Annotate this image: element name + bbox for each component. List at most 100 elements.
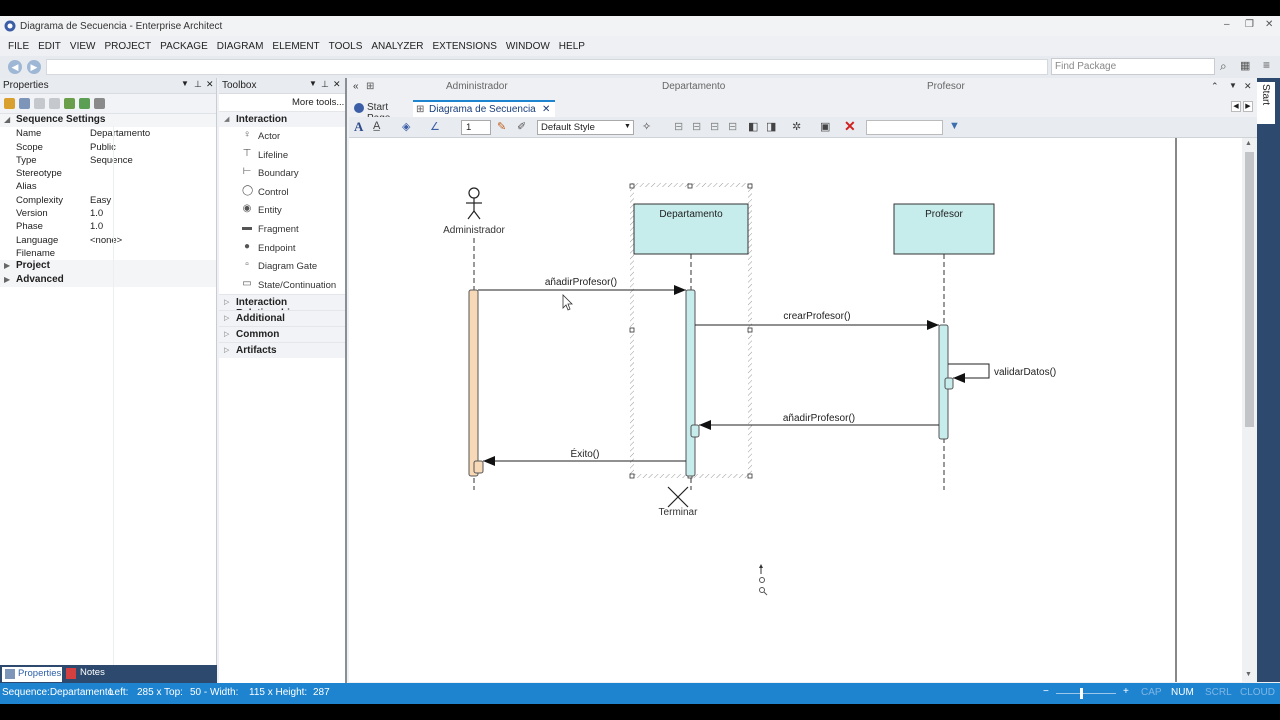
- up-icon[interactable]: [79, 98, 90, 109]
- paint-icon[interactable]: ✐: [517, 120, 526, 133]
- resize-handle[interactable]: [687, 183, 693, 189]
- menu-help[interactable]: HELP: [559, 41, 585, 52]
- departamento-self-activation[interactable]: [690, 424, 700, 438]
- group-interaction-relationships[interactable]: ▷Interaction Relationships: [219, 294, 345, 319]
- advanced-section[interactable]: ▶ Advanced: [0, 273, 216, 287]
- prop-row-complexity[interactable]: Complexity Easy: [0, 194, 216, 207]
- more-tools-link[interactable]: More tools...: [292, 97, 344, 108]
- align-top-icon[interactable]: ⊟: [710, 120, 719, 133]
- toolbox-item-state[interactable]: ▭ State/Continuation: [219, 276, 345, 295]
- find-package-input[interactable]: Find Package: [1051, 58, 1215, 75]
- resize-handle[interactable]: [629, 183, 635, 189]
- menu-package[interactable]: PACKAGE: [160, 41, 208, 52]
- toolbox-item-entity[interactable]: ◉ Entity: [219, 201, 345, 220]
- sort-icon[interactable]: [19, 98, 30, 109]
- search-icon[interactable]: ⌕: [1220, 59, 1227, 74]
- prop-value[interactable]: 1.0: [90, 208, 103, 219]
- save-image-icon[interactable]: ▣: [820, 120, 830, 133]
- font-icon[interactable]: A: [354, 119, 363, 135]
- next-icon[interactable]: [49, 98, 60, 109]
- bring-front-icon[interactable]: ◧: [748, 120, 758, 133]
- resize-handle[interactable]: [629, 473, 635, 479]
- toolbox-item-control[interactable]: ◯ Control: [219, 183, 345, 202]
- close-icon[interactable]: ✕: [206, 79, 214, 90]
- message-anadir-profesor-1[interactable]: añadirProfesor(): [478, 277, 686, 295]
- minimize-button[interactable]: –: [1224, 19, 1230, 30]
- forward-button[interactable]: ▶: [27, 60, 41, 74]
- tab-scroll-left-icon[interactable]: ◀: [1231, 101, 1241, 112]
- toolbox-item-boundary[interactable]: ⊢ Boundary: [219, 164, 345, 183]
- group-common[interactable]: ▷ Common: [219, 326, 345, 343]
- menu-diagram[interactable]: DIAGRAM: [217, 41, 264, 52]
- delete-icon[interactable]: ✕: [844, 118, 856, 135]
- chevron-down-icon[interactable]: ▼: [181, 79, 189, 88]
- filter-input[interactable]: [866, 120, 943, 135]
- resize-handle[interactable]: [747, 183, 753, 189]
- pin-icon[interactable]: ⊥: [194, 79, 202, 90]
- align-center-icon[interactable]: ⊟: [692, 120, 701, 133]
- message-crear-profesor[interactable]: crearProfesor(): [695, 311, 939, 330]
- close-window-button[interactable]: ✕: [1265, 19, 1273, 30]
- menu-tools[interactable]: TOOLS: [329, 41, 363, 52]
- zoom-slider-track[interactable]: [1056, 693, 1116, 694]
- menu-project[interactable]: PROJECT: [104, 41, 151, 52]
- actor-administrador[interactable]: Administrador: [443, 187, 506, 236]
- menu-view[interactable]: VIEW: [70, 41, 96, 52]
- prop-value[interactable]: <none>: [90, 235, 122, 246]
- tab-start-page[interactable]: Start Page: [351, 100, 413, 124]
- message-anadir-profesor-2[interactable]: añadirProfesor(): [699, 413, 939, 430]
- zoom-slider-thumb[interactable]: [1080, 688, 1083, 699]
- prop-row-filename[interactable]: Filename: [0, 247, 216, 260]
- close-tab-icon[interactable]: ✕: [542, 104, 550, 115]
- options-icon[interactable]: [94, 98, 105, 109]
- menu-element[interactable]: ELEMENT: [272, 41, 319, 52]
- prop-row-scope[interactable]: Scope Public: [0, 141, 216, 154]
- departamento-activation[interactable]: [685, 289, 696, 477]
- interaction-group[interactable]: ◢ Interaction: [219, 111, 345, 127]
- menu-extensions[interactable]: EXTENSIONS: [432, 41, 496, 52]
- align-bottom-icon[interactable]: ⊟: [728, 120, 737, 133]
- collapse-left-icon[interactable]: «: [353, 81, 359, 92]
- scroll-up-icon[interactable]: ▲: [1245, 140, 1252, 147]
- categorized-icon[interactable]: [4, 98, 15, 109]
- close-icon[interactable]: ✕: [333, 79, 341, 90]
- prop-row-type[interactable]: Type Sequence: [0, 154, 216, 167]
- prop-value[interactable]: Easy: [90, 195, 111, 206]
- line-width-stepper[interactable]: 1: [461, 120, 491, 135]
- prop-row-phase[interactable]: Phase 1.0: [0, 220, 216, 233]
- prop-row-name[interactable]: Name Departamento: [0, 127, 216, 140]
- sequence-settings-section[interactable]: ◢ Sequence Settings: [0, 114, 216, 128]
- profesor-self-activation[interactable]: [944, 377, 954, 390]
- prop-value[interactable]: 1.0: [90, 221, 103, 232]
- project-section[interactable]: ▶ Project: [0, 260, 216, 274]
- menu-window[interactable]: WINDOW: [506, 41, 550, 52]
- toolbox-item-fragment[interactable]: ▬ Fragment: [219, 220, 345, 239]
- font-color-icon[interactable]: A̲: [373, 120, 380, 132]
- actor-activation[interactable]: [468, 289, 479, 477]
- apply-icon[interactable]: [64, 98, 75, 109]
- lane-departamento[interactable]: Departamento: [662, 81, 725, 92]
- menu-analyzer[interactable]: ANALYZER: [371, 41, 423, 52]
- chevron-down-icon[interactable]: ▼: [309, 79, 317, 88]
- resize-handle[interactable]: [747, 327, 753, 333]
- tab-diagrama-de-secuencia[interactable]: ⊞ Diagrama de Secuencia ✕: [413, 100, 555, 117]
- scroll-thumb[interactable]: [1245, 152, 1254, 427]
- maximize-button[interactable]: ❐: [1245, 19, 1254, 30]
- tab-scroll-right-icon[interactable]: ▶: [1243, 101, 1253, 112]
- prop-row-version[interactable]: Version 1.0: [0, 207, 216, 220]
- lifeline-profesor[interactable]: Profesor: [893, 203, 995, 255]
- scroll-down-icon[interactable]: ▼: [1245, 671, 1252, 678]
- tab-notes[interactable]: Notes: [64, 667, 105, 679]
- menu-edit[interactable]: EDIT: [38, 41, 61, 52]
- prop-row-language[interactable]: Language <none>: [0, 234, 216, 247]
- prop-value[interactable]: Sequence: [90, 155, 133, 166]
- fill-color-icon[interactable]: ◈: [402, 120, 410, 133]
- prop-value[interactable]: Public: [90, 142, 116, 153]
- prop-value[interactable]: Departamento: [90, 128, 150, 139]
- lane-profesor[interactable]: Profesor: [927, 81, 965, 92]
- prop-row-alias[interactable]: Alias: [0, 180, 216, 193]
- prop-row-stereotype[interactable]: Stereotype: [0, 167, 216, 180]
- style-select[interactable]: Default Style ▼: [537, 120, 634, 135]
- toolbox-item-lifeline[interactable]: ⊤ Lifeline: [219, 146, 345, 165]
- prev-icon[interactable]: [34, 98, 45, 109]
